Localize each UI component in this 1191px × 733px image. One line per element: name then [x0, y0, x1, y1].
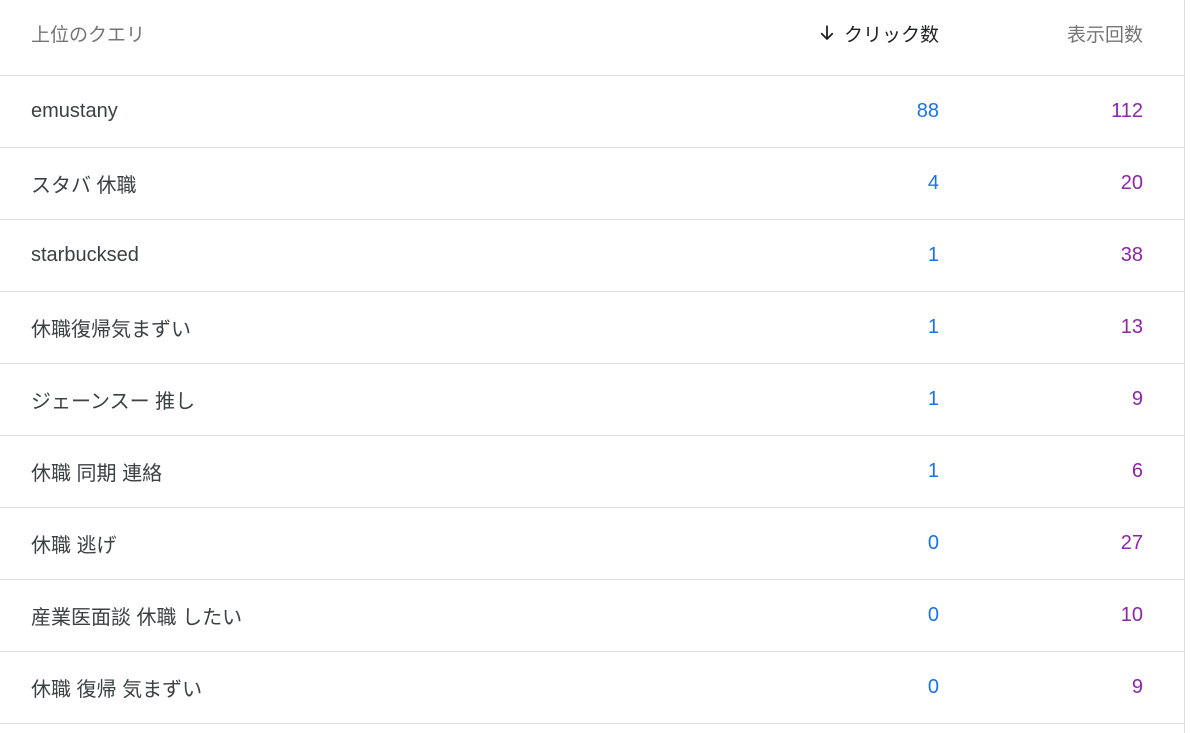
query-cell: ジェーンスー 推し — [31, 391, 196, 413]
query-cell: 休職復帰気まずい — [31, 319, 191, 341]
impressions-cell: 20 — [1120, 172, 1143, 194]
table-row[interactable]: 産業医面談 休職 したい 0 10 — [0, 580, 1184, 652]
query-cell: スタバ 休職 — [31, 175, 137, 197]
impressions-cell: 112 — [1111, 100, 1143, 122]
table-row[interactable]: 休職 復帰 気まずい 0 9 — [0, 652, 1184, 724]
clicks-cell: 88 — [916, 100, 939, 122]
query-cell: 休職 同期 連絡 — [31, 463, 163, 485]
table-row[interactable]: スタバ 休職 4 20 — [0, 148, 1184, 220]
arrow-down-icon — [820, 25, 834, 40]
column-header-impressions[interactable]: 表示回数 — [1067, 0, 1143, 66]
top-queries-table: 上位のクエリ クリック数 表示回数 emustany 88 112 スタバ 休職… — [0, 0, 1184, 733]
query-cell: starbucksed — [31, 244, 139, 266]
clicks-cell: 1 — [927, 316, 939, 338]
impressions-cell: 13 — [1120, 316, 1143, 338]
query-cell: 休職 逃げ — [31, 535, 117, 557]
table-row[interactable]: 休職 逃げ 0 27 — [0, 508, 1184, 580]
impressions-cell: 9 — [1131, 388, 1143, 410]
impressions-cell: 10 — [1120, 604, 1143, 626]
table-row[interactable]: ジェーンスー 推し 1 9 — [0, 364, 1184, 436]
column-header-clicks-label: クリック数 — [843, 24, 939, 46]
query-cell: 産業医面談 休職 したい — [31, 607, 243, 629]
clicks-cell: 0 — [927, 604, 939, 626]
clicks-cell: 1 — [927, 388, 939, 410]
clicks-cell: 4 — [927, 172, 939, 194]
clicks-cell: 0 — [927, 532, 939, 554]
table-right-border — [1184, 0, 1185, 733]
clicks-cell: 0 — [927, 676, 939, 698]
clicks-cell: 1 — [927, 244, 939, 266]
query-cell: 休職 復帰 気まずい — [31, 679, 203, 701]
query-cell: emustany — [31, 100, 118, 122]
column-header-impressions-label: 表示回数 — [1066, 24, 1143, 46]
table-row[interactable]: 休職復帰気まずい 1 13 — [0, 292, 1184, 364]
impressions-cell: 6 — [1131, 460, 1143, 482]
impressions-cell: 27 — [1120, 532, 1143, 554]
table-row[interactable]: 休職 同期 連絡 1 6 — [0, 436, 1184, 508]
clicks-cell: 1 — [927, 460, 939, 482]
impressions-cell: 38 — [1120, 244, 1143, 266]
table-header: 上位のクエリ クリック数 表示回数 — [0, 0, 1184, 76]
column-header-query-label: 上位のクエリ — [31, 24, 146, 46]
table-row[interactable]: starbucksed 1 38 — [0, 220, 1184, 292]
column-header-clicks[interactable]: クリック数 — [818, 0, 939, 66]
table-row[interactable]: emustany 88 112 — [0, 76, 1184, 148]
column-header-query: 上位のクエリ — [31, 0, 145, 66]
impressions-cell: 9 — [1131, 676, 1143, 698]
